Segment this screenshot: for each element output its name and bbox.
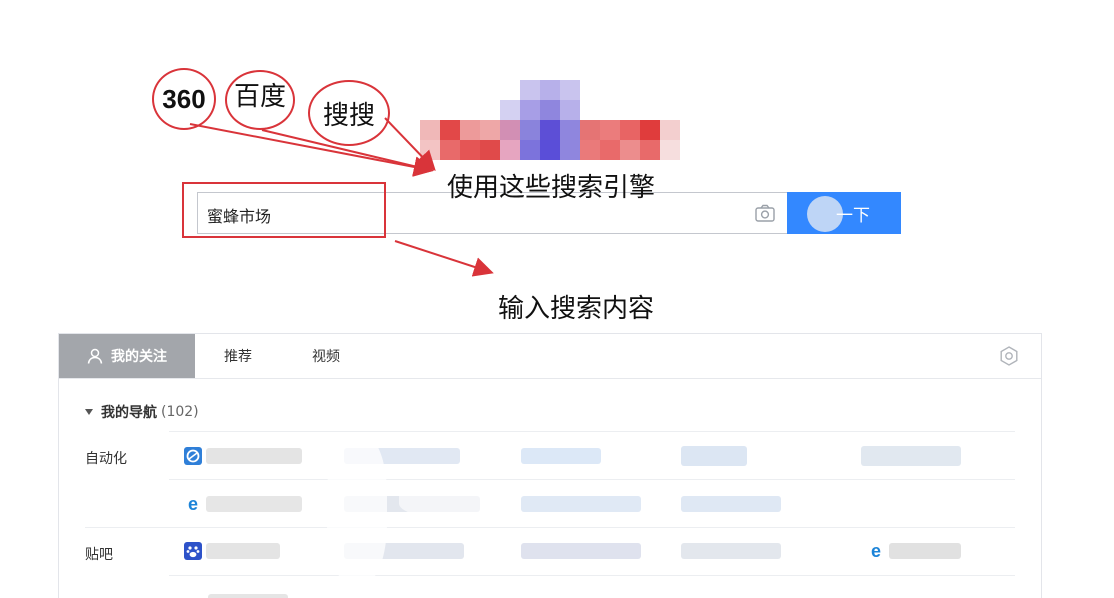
divider [169,479,1015,480]
divider [169,431,1015,432]
nav-link[interactable]: e [867,539,967,563]
category-automation: 自动化 [85,451,127,467]
nav-link[interactable] [184,444,314,468]
svg-text:e: e [871,542,881,560]
blurred-link-text [206,543,280,559]
nav-link[interactable] [681,539,783,563]
tab-bar: 我的关注 推荐 视频 [59,334,1041,379]
user-icon [87,348,103,364]
engine-360-label: 360 [152,68,216,130]
ie-icon: e [188,495,198,513]
blurred-link-text [521,448,601,464]
baidu-paw-icon [184,542,202,560]
arrow-360 [189,123,434,177]
redaction-smear [327,434,387,584]
blurred-link-text [681,446,747,466]
site-icon [184,447,202,465]
gear-icon[interactable] [999,346,1019,366]
caret-down-icon [85,409,93,415]
blurred-link-text [521,496,641,512]
divider [169,575,1015,576]
nav-header[interactable]: 我的导航 (102) [85,402,199,422]
engines-caption: 使用这些搜索引擎 [447,173,656,203]
ie-icon: e [871,542,881,560]
nav-link[interactable] [521,444,603,468]
blurred-link-text [208,594,288,598]
svg-text:e: e [188,495,198,513]
redaction-smear [399,482,519,518]
arrow-input [394,240,494,277]
nav-link[interactable] [521,539,643,563]
blurred-link-text [521,543,641,559]
blurred-link-text [206,496,302,512]
nav-count: (102) [161,404,199,420]
search-highlight-box [182,182,386,238]
nav-link[interactable] [184,539,284,563]
tab-video-label: 视频 [312,349,340,365]
engine-baidu-label: 百度 [225,70,295,130]
content-panel: 我的关注 推荐 视频 我的导航 (102) 自动化 贴吧 e e [58,333,1042,598]
tab-recommend[interactable]: 推荐 [224,334,252,378]
nav-link[interactable] [521,492,643,516]
blurred-link-text [681,543,781,559]
blurred-link-text [206,448,302,464]
tab-my-follow[interactable]: 我的关注 [59,334,195,378]
tab-my-follow-label: 我的关注 [111,349,167,365]
nav-link[interactable] [861,442,963,466]
nav-link[interactable] [681,442,761,466]
blurred-link-text [889,543,961,559]
engine-sousou-label: 搜搜 [308,80,390,146]
blurred-link-text [681,496,781,512]
tab-video[interactable]: 视频 [312,334,340,378]
nav-link[interactable] [681,492,783,516]
category-tieba: 贴吧 [85,547,113,563]
tab-recommend-label: 推荐 [224,349,252,365]
input-caption: 输入搜索内容 [498,294,655,324]
nav-link[interactable] [184,586,294,598]
divider [85,527,1015,528]
nav-link[interactable]: e [184,492,314,516]
nav-title: 我的导航 [101,405,157,421]
blurred-link-text [861,446,961,466]
